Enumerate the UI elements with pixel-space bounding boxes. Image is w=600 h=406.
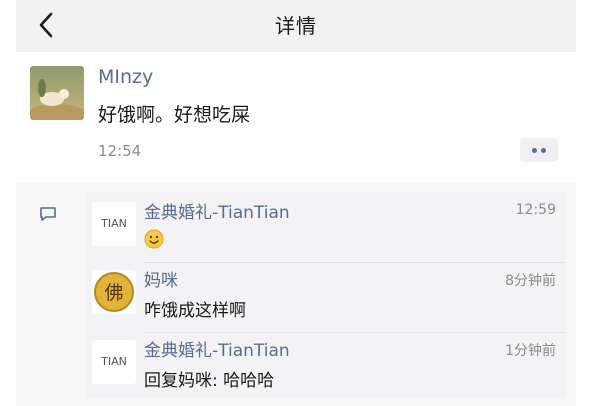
post-author-avatar[interactable] [30, 66, 84, 120]
comments-panel: TIAN 金典婚礼-TianTian 12:59 佛 妈咪 8分钟前 咋饿成这样… [86, 192, 566, 398]
comment-item[interactable]: 佛 妈咪 8分钟前 咋饿成这样啊 [86, 264, 566, 332]
comment-text: 回复妈咪: 哈哈哈 [144, 371, 275, 391]
page-title: 详情 [275, 14, 317, 38]
commenter-avatar[interactable]: 佛 [92, 270, 136, 314]
post-author-name[interactable]: MInzy [98, 66, 153, 88]
comment-item[interactable]: TIAN 金典婚礼-TianTian 1分钟前 回复妈咪: 哈哈哈 [86, 334, 566, 402]
header-bar: 详情 [16, 0, 576, 52]
more-actions-button[interactable] [520, 138, 558, 162]
commenter-avatar[interactable]: TIAN [92, 202, 136, 246]
smile-emoji-icon [144, 229, 164, 249]
comment-bubble-icon [40, 207, 56, 221]
comment-text: 咋饿成这样啊 [144, 301, 246, 321]
moment-post: MInzy 好饿啊。好想吃屎 12:54 [16, 52, 576, 182]
commenter-name[interactable]: 妈咪 [144, 266, 178, 291]
commenter-name[interactable]: 金典婚礼-TianTian [144, 198, 290, 223]
comment-divider [144, 332, 566, 333]
phone-screen: 详情 MInzy 好饿啊。好想吃屎 12:54 TIAN 金典婚礼-TianTi… [16, 0, 576, 406]
comment-item[interactable]: TIAN 金典婚礼-TianTian 12:59 [86, 196, 566, 264]
post-timestamp: 12:54 [98, 142, 142, 160]
commenter-name[interactable]: 金典婚礼-TianTian [144, 336, 290, 361]
comment-time: 8分钟前 [505, 273, 556, 289]
svg-text:佛: 佛 [104, 282, 123, 304]
avatar-image [30, 66, 84, 120]
dot-icon [532, 148, 537, 153]
post-text: 好饿啊。好想吃屎 [98, 104, 251, 126]
buddha-seal-icon: 佛 [94, 272, 134, 312]
comment-divider [144, 262, 566, 263]
comment-time: 12:59 [515, 202, 556, 218]
comment-time: 1分钟前 [505, 343, 556, 359]
dot-icon [541, 148, 546, 153]
commenter-avatar[interactable]: TIAN [92, 340, 136, 384]
